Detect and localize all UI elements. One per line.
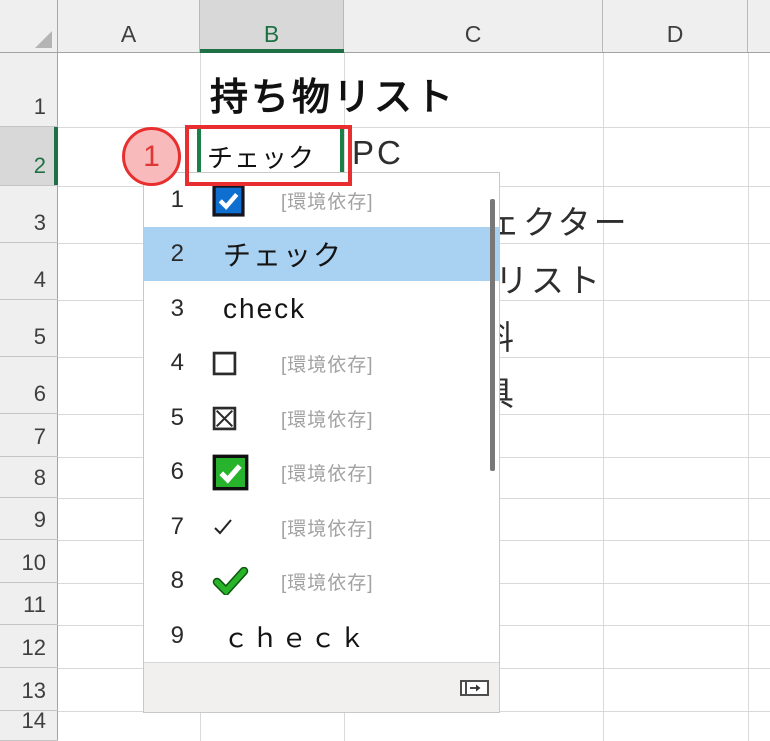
row-header-1[interactable]: 1 bbox=[0, 53, 58, 127]
select-all-corner[interactable] bbox=[0, 0, 58, 52]
row-header-12[interactable]: 12 bbox=[0, 625, 58, 668]
row-header-3[interactable]: 3 bbox=[0, 186, 58, 243]
row-header-10[interactable]: 10 bbox=[0, 540, 58, 583]
select-all-triangle-icon bbox=[35, 31, 52, 48]
cell-c2[interactable]: PC bbox=[352, 134, 404, 172]
candidate-number: 6 bbox=[154, 445, 184, 499]
column-header-b[interactable]: B bbox=[200, 0, 344, 52]
ime-scrollbar-thumb[interactable] bbox=[490, 199, 495, 471]
row-header-13[interactable]: 13 bbox=[0, 668, 58, 711]
column-header-d[interactable]: D bbox=[603, 0, 748, 52]
ime-candidate-7[interactable]: 7 [環境依存] bbox=[144, 500, 499, 554]
cell-c3-partial[interactable]: ェクター bbox=[487, 196, 630, 244]
row-header-4[interactable]: 4 bbox=[0, 243, 58, 300]
row-header-9[interactable]: 9 bbox=[0, 498, 58, 540]
candidate-number: 4 bbox=[154, 336, 184, 390]
env-dependent-label: [環境依存] bbox=[281, 391, 374, 445]
gridline bbox=[603, 53, 604, 741]
candidate-text: チェック bbox=[223, 227, 343, 281]
row-header-column: 1 2 3 4 5 6 7 8 9 10 11 12 13 14 bbox=[0, 53, 58, 741]
column-header-a[interactable]: A bbox=[58, 0, 200, 52]
row-header-6[interactable]: 6 bbox=[0, 357, 58, 414]
candidate-number: 8 bbox=[154, 554, 184, 608]
ime-candidate-5[interactable]: 5 [環境依存] bbox=[144, 391, 499, 445]
excel-spreadsheet: A B C D 1 2 3 4 5 6 7 8 9 10 11 12 13 14… bbox=[0, 0, 770, 741]
callout-highlight-box bbox=[185, 125, 352, 186]
row-header-2[interactable]: 2 bbox=[0, 127, 58, 186]
env-dependent-label: [環境依存] bbox=[281, 554, 374, 608]
row-header-7[interactable]: 7 bbox=[0, 414, 58, 457]
ime-candidate-9[interactable]: 9 ｃｈｅｃｋ bbox=[144, 609, 499, 663]
cell-b1-title[interactable]: 持ち物リスト bbox=[210, 66, 456, 121]
candidate-number: 9 bbox=[154, 609, 184, 663]
ime-candidate-6[interactable]: 6 [環境依存] bbox=[144, 445, 499, 499]
checkbox-green-checked-icon bbox=[212, 445, 258, 499]
expand-table-view-icon[interactable] bbox=[460, 680, 489, 696]
gridline bbox=[748, 53, 749, 741]
ime-candidate-4[interactable]: 4 [環境依存] bbox=[144, 336, 499, 390]
row-header-14[interactable]: 14 bbox=[0, 711, 58, 741]
ime-candidate-window: 1 [環境依存] 2 チェック 3 check 4 [環境依存] 5 bbox=[143, 172, 500, 713]
ime-candidate-8[interactable]: 8 [環境依存] bbox=[144, 554, 499, 608]
env-dependent-label: [環境依存] bbox=[281, 336, 374, 390]
ime-candidate-footer bbox=[144, 662, 499, 712]
candidate-number: 5 bbox=[154, 391, 184, 445]
env-dependent-label: [環境依存] bbox=[281, 445, 374, 499]
ime-candidate-2-selected[interactable]: 2 チェック bbox=[144, 227, 499, 281]
candidate-number: 3 bbox=[154, 282, 184, 336]
column-header-c[interactable]: C bbox=[344, 0, 603, 52]
row-header-11[interactable]: 11 bbox=[0, 583, 58, 625]
cell-c4-partial[interactable]: リスト bbox=[495, 254, 603, 302]
env-dependent-label: [環境依存] bbox=[281, 500, 374, 554]
callout-step-badge: 1 bbox=[122, 127, 181, 186]
row-header-8[interactable]: 8 bbox=[0, 457, 58, 498]
checkmark-light-icon bbox=[212, 500, 258, 554]
ime-candidate-3[interactable]: 3 check bbox=[144, 282, 499, 336]
checkmark-heavy-green-icon bbox=[212, 554, 258, 608]
candidate-number: 7 bbox=[154, 500, 184, 554]
checkbox-empty-icon bbox=[212, 336, 258, 390]
selected-column-underline bbox=[200, 49, 344, 53]
candidate-text: ｃｈｅｃｋ bbox=[223, 609, 368, 663]
checkbox-crossed-icon bbox=[212, 391, 258, 445]
row-header-5[interactable]: 5 bbox=[0, 300, 58, 357]
column-header-band: A B C D bbox=[0, 0, 770, 53]
gridline bbox=[58, 127, 770, 128]
candidate-number: 2 bbox=[154, 227, 184, 281]
candidate-text: check bbox=[223, 282, 306, 336]
